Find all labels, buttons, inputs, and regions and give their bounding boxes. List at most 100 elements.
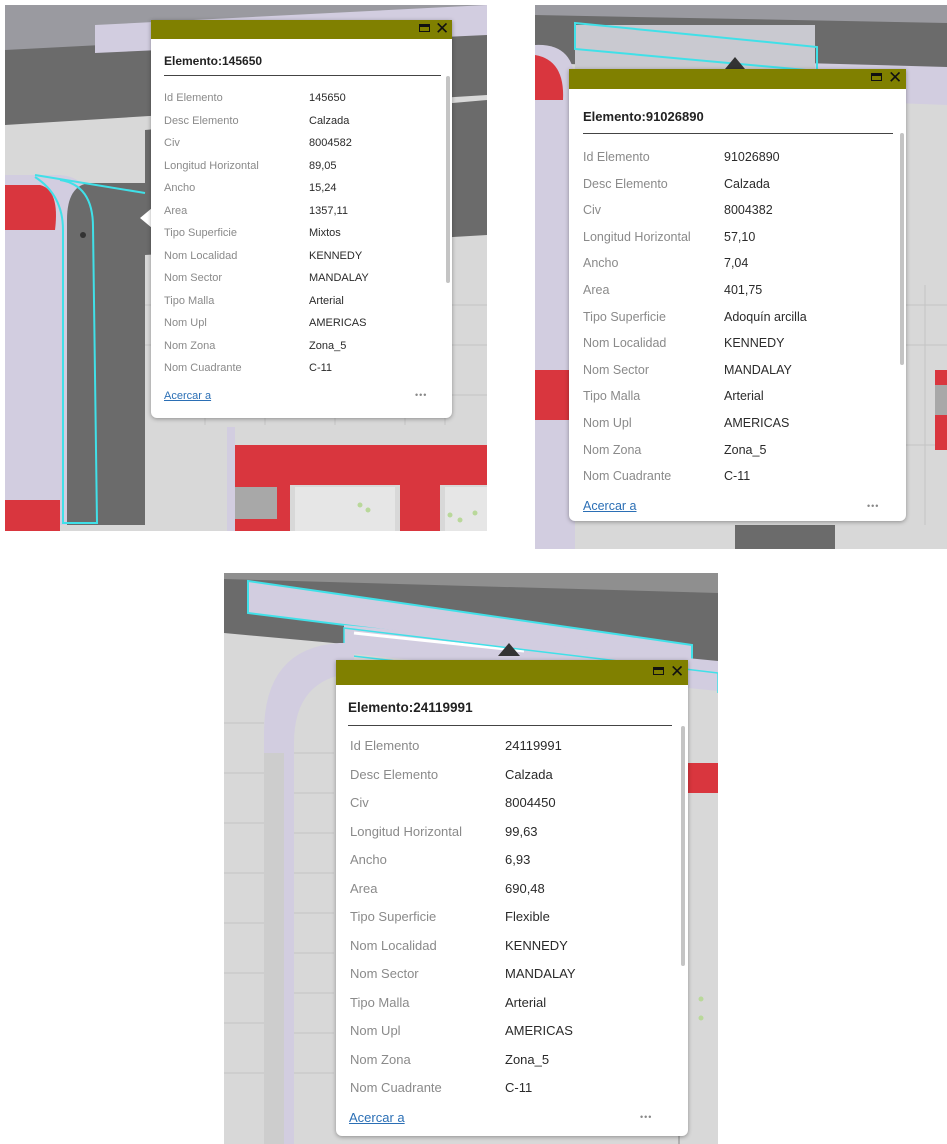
zoom-to-link[interactable]: Acercar a bbox=[164, 390, 211, 402]
table-row: Tipo Malla Arterial bbox=[583, 389, 807, 416]
field-value: AMERICAS bbox=[309, 317, 367, 329]
field-label: Civ bbox=[350, 795, 369, 810]
popup-panel: ✕ Elemento:91026890 Id Elemento 91026890 … bbox=[569, 69, 906, 521]
close-icon[interactable]: ✕ bbox=[888, 69, 902, 88]
field-label: Desc Elemento bbox=[583, 176, 668, 191]
table-row: Nom Sector MANDALAY bbox=[350, 966, 576, 995]
title-divider bbox=[348, 725, 672, 726]
table-row: Area 690,48 bbox=[350, 881, 576, 910]
popup-title: Elemento:145650 bbox=[164, 54, 263, 68]
field-label: Nom Sector bbox=[350, 966, 419, 981]
field-label: Nom Upl bbox=[350, 1023, 401, 1038]
field-value: 145650 bbox=[309, 92, 346, 104]
table-row: Civ 8004582 bbox=[164, 137, 369, 160]
field-value: MANDALAY bbox=[724, 362, 792, 377]
popup-pointer bbox=[725, 57, 745, 69]
table-row: Nom Zona Zona_5 bbox=[350, 1052, 576, 1081]
scrollbar[interactable] bbox=[900, 133, 904, 365]
maximize-icon[interactable] bbox=[419, 24, 430, 32]
table-row: Area 401,75 bbox=[583, 283, 807, 310]
field-value: 99,63 bbox=[505, 823, 538, 839]
field-label: Nom Cuadrante bbox=[164, 362, 242, 374]
table-row: Tipo Superficie Mixtos bbox=[164, 227, 369, 250]
title-divider bbox=[583, 133, 893, 134]
field-label: Tipo Malla bbox=[350, 994, 410, 1010]
field-label: Nom Zona bbox=[164, 339, 216, 352]
attributes-table: Id Elemento 24119991 Desc Elemento Calzada… bbox=[350, 738, 576, 1109]
table-row: Desc Elemento Calzada bbox=[583, 177, 807, 204]
field-value: Calzada bbox=[309, 114, 350, 127]
table-row: Tipo Superficie Flexible bbox=[350, 909, 576, 938]
popup-title: Elemento:24119991 bbox=[348, 700, 473, 715]
popup-title: Elemento:91026890 bbox=[583, 109, 704, 124]
more-options-icon[interactable]: ••• bbox=[640, 1112, 652, 1122]
field-value: Arterial bbox=[309, 294, 344, 307]
field-value: MANDALAY bbox=[309, 272, 369, 284]
field-label: Id Elemento bbox=[164, 92, 223, 104]
field-value: C-11 bbox=[724, 469, 751, 484]
field-value: Calzada bbox=[505, 766, 553, 782]
field-value: Mixtos bbox=[309, 227, 341, 239]
scrollbar[interactable] bbox=[681, 726, 685, 966]
field-label: Longitud Horizontal bbox=[350, 823, 463, 839]
scrollbar[interactable] bbox=[446, 76, 450, 283]
popup-panel: ✕ Elemento:24119991 Id Elemento 24119991 … bbox=[336, 660, 688, 1136]
field-label: Nom Cuadrante bbox=[350, 1080, 442, 1095]
field-label: Civ bbox=[583, 203, 602, 218]
field-value: C-11 bbox=[505, 1080, 533, 1095]
field-label: Ancho bbox=[350, 852, 387, 867]
table-row: Ancho 6,93 bbox=[350, 852, 576, 881]
zoom-to-link[interactable]: Acercar a bbox=[583, 499, 637, 513]
field-label: Tipo Superficie bbox=[350, 909, 437, 924]
field-value: Adoquín arcilla bbox=[724, 309, 807, 324]
field-label: Tipo Malla bbox=[583, 389, 641, 404]
maximize-icon[interactable] bbox=[871, 73, 882, 81]
table-row: Id Elemento 145650 bbox=[164, 92, 369, 115]
title-divider bbox=[164, 75, 441, 76]
field-value: 15,24 bbox=[309, 182, 337, 194]
field-label: Nom Sector bbox=[583, 362, 649, 377]
maximize-icon[interactable] bbox=[653, 667, 664, 675]
table-row: Nom Cuadrante C-11 bbox=[164, 362, 369, 385]
field-value: C-11 bbox=[309, 362, 333, 374]
close-icon[interactable]: ✕ bbox=[435, 20, 449, 39]
table-row: Ancho 7,04 bbox=[583, 256, 807, 283]
more-options-icon[interactable]: ••• bbox=[415, 390, 427, 400]
field-label: Area bbox=[350, 880, 378, 896]
field-label: Nom Cuadrante bbox=[583, 469, 672, 484]
field-label: Nom Upl bbox=[164, 317, 207, 329]
attributes-table: Id Elemento 145650 Desc Elemento Calzada C… bbox=[164, 92, 369, 385]
field-label: Id Elemento bbox=[583, 150, 650, 164]
close-icon[interactable]: ✕ bbox=[670, 663, 684, 682]
field-value: 6,93 bbox=[505, 852, 531, 867]
field-value: 24119991 bbox=[505, 738, 562, 753]
field-value: Calzada bbox=[724, 176, 770, 191]
table-row: Nom Sector MANDALAY bbox=[164, 272, 369, 295]
table-row: Civ 8004450 bbox=[350, 795, 576, 824]
table-row: Nom Upl AMERICAS bbox=[583, 416, 807, 443]
table-row: Nom Cuadrante C-11 bbox=[350, 1080, 576, 1109]
table-row: Nom Zona Zona_5 bbox=[164, 340, 369, 363]
field-label: Id Elemento bbox=[350, 738, 420, 753]
field-value: KENNEDY bbox=[724, 336, 785, 351]
more-options-icon[interactable]: ••• bbox=[867, 501, 879, 511]
field-label: Ancho bbox=[583, 256, 619, 271]
field-value: 1357,11 bbox=[309, 204, 348, 217]
popup-pointer bbox=[498, 643, 520, 656]
field-value: 89,05 bbox=[309, 159, 337, 172]
field-value: 91026890 bbox=[724, 150, 780, 164]
field-label: Civ bbox=[164, 137, 180, 149]
field-value: Zona_5 bbox=[309, 339, 347, 352]
field-value: Arterial bbox=[505, 994, 547, 1010]
table-row: Longitud Horizontal 89,05 bbox=[164, 160, 369, 183]
field-label: Nom Localidad bbox=[583, 336, 667, 351]
map-screenshot-2: ✕ Elemento:91026890 Id Elemento 91026890 … bbox=[535, 5, 947, 549]
table-row: Ancho 15,24 bbox=[164, 182, 369, 205]
table-row: Nom Localidad KENNEDY bbox=[164, 250, 369, 273]
field-value: 7,04 bbox=[724, 256, 749, 271]
field-label: Longitud Horizontal bbox=[164, 159, 259, 172]
table-row: Nom Upl AMERICAS bbox=[350, 1023, 576, 1052]
popup-panel: ✕ Elemento:145650 Id Elemento 145650 Desc… bbox=[151, 20, 452, 418]
field-label: Desc Elemento bbox=[164, 114, 239, 127]
zoom-to-link[interactable]: Acercar a bbox=[349, 1110, 405, 1125]
